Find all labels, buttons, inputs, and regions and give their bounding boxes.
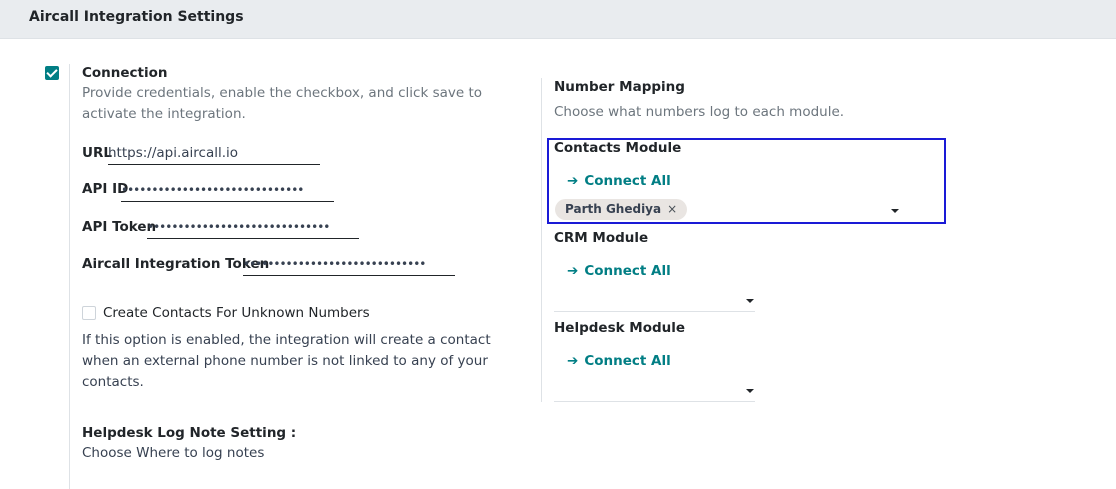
section-header: Aircall Integration Settings — [0, 0, 1116, 39]
contacts-caret-down-icon[interactable] — [891, 209, 899, 213]
unknown-numbers-help-line2: when an external phone number is not lin… — [82, 353, 488, 369]
api-id-input[interactable]: •••••••••••••••••••••••••••••• — [121, 180, 334, 202]
arrow-right-icon: ➔ — [567, 173, 579, 189]
number-mapping-title: Number Mapping — [554, 79, 685, 95]
contacts-connect-all-button[interactable]: ➔ Connect All — [567, 173, 671, 189]
crm-module-label: CRM Module — [554, 230, 649, 246]
connection-help-line1: Provide credentials, enable the checkbox… — [82, 85, 483, 101]
section-title: Aircall Integration Settings — [29, 9, 244, 25]
left-column-divider — [69, 64, 70, 489]
connection-help-line2: activate the integration. — [82, 106, 246, 122]
unknown-numbers-label: Create Contacts For Unknown Numbers — [103, 305, 370, 321]
unknown-numbers-help-line1: If this option is enabled, the integrati… — [82, 332, 491, 348]
contacts-connect-all-label: Connect All — [584, 173, 671, 189]
unknown-numbers-help-line3: contacts. — [82, 374, 144, 390]
integration-token-label: Aircall Integration Token — [82, 256, 270, 272]
close-icon[interactable]: × — [667, 202, 677, 216]
helpdesk-log-label: Helpdesk Log Note Setting : — [82, 425, 297, 441]
helpdesk-connect-all-button[interactable]: ➔ Connect All — [567, 353, 671, 369]
helpdesk-select[interactable] — [554, 401, 755, 402]
tag-label: Parth Ghediya — [565, 202, 662, 216]
contacts-module-label: Contacts Module — [554, 140, 682, 156]
helpdesk-log-help: Choose Where to log notes — [82, 445, 265, 461]
contacts-tag-parth: Parth Ghediya × — [555, 199, 688, 220]
right-column-divider — [541, 78, 542, 402]
url-input[interactable]: https://api.aircall.io — [108, 143, 320, 165]
api-token-input[interactable]: •••••••••••••••••••••••••••••• — [147, 217, 359, 239]
crm-connect-all-label: Connect All — [584, 263, 671, 279]
crm-connect-all-button[interactable]: ➔ Connect All — [567, 263, 671, 279]
connection-label: Connection — [82, 65, 168, 81]
api-token-label: API Token — [82, 219, 157, 235]
helpdesk-caret-down-icon[interactable] — [746, 389, 754, 393]
unknown-numbers-checkbox[interactable] — [82, 306, 96, 320]
helpdesk-connect-all-label: Connect All — [584, 353, 671, 369]
helpdesk-module-label: Helpdesk Module — [554, 320, 686, 336]
arrow-right-icon: ➔ — [567, 263, 579, 279]
crm-select[interactable] — [554, 311, 755, 312]
arrow-right-icon: ➔ — [567, 353, 579, 369]
connection-checkbox[interactable] — [45, 66, 59, 80]
number-mapping-help: Choose what numbers log to each module. — [554, 104, 845, 120]
integration-token-input[interactable]: •••••••••••••••••••••••••••••• — [243, 254, 455, 276]
crm-caret-down-icon[interactable] — [746, 299, 754, 303]
